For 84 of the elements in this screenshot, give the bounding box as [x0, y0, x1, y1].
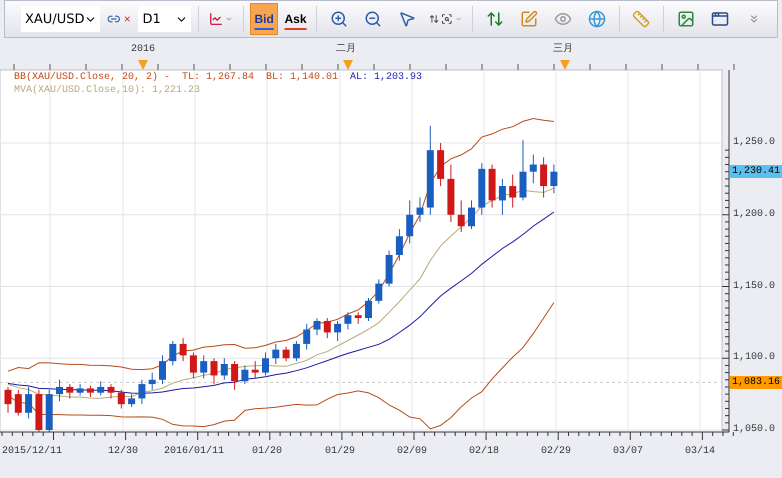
candlestick [220, 358, 228, 380]
candlestick [200, 354, 208, 379]
candlestick [180, 338, 187, 362]
candlestick [303, 323, 310, 350]
candlestick [334, 320, 342, 342]
candlestick [386, 250, 393, 287]
candlestick [498, 178, 506, 216]
price-label: 1,150.0 [733, 280, 776, 292]
candlestick [231, 360, 238, 390]
candlestick [314, 318, 320, 336]
candlestick [4, 386, 12, 414]
candlestick [550, 164, 558, 194]
candlestick [210, 358, 218, 385]
price-tag: 1,230.41 [730, 165, 782, 178]
candlestick [97, 380, 104, 396]
candlestick [447, 164, 454, 222]
candlestick [169, 340, 176, 366]
candlestick [282, 346, 290, 362]
candlestick [416, 197, 424, 222]
price-toggle[interactable]: Ask [282, 3, 310, 35]
candlestick [76, 384, 84, 396]
timeline-label: 三月 [553, 44, 573, 56]
candlestick [540, 156, 548, 198]
candlestick [292, 340, 300, 362]
candlestick [46, 389, 53, 432]
candlestick [252, 360, 259, 379]
timeframe-select[interactable]: D1 [138, 6, 191, 32]
candlestick [509, 174, 516, 208]
date-label: 12/30 [108, 446, 138, 458]
candlestick [138, 379, 146, 405]
candlestick [159, 354, 166, 385]
bottom-band-value: BL: 1,140.01 [266, 72, 338, 84]
date-label: 02/09 [397, 446, 428, 458]
date-label: 03/14 [685, 446, 716, 458]
price-label: 1,250.0 [733, 137, 776, 149]
average-value: AL: 1,203.93 [350, 72, 422, 84]
marker-triangle [560, 60, 570, 70]
candlestick [241, 364, 248, 385]
candlestick [520, 140, 526, 201]
candlestick [128, 394, 136, 408]
candlestick [108, 384, 114, 399]
candlestick [25, 386, 32, 420]
timeline-label: 2016 [131, 44, 156, 56]
price-toggle[interactable]: Bid [250, 3, 278, 35]
date-label: 2016/01/11 [164, 446, 224, 458]
top-band-value: TL: 1,267.84 [182, 72, 254, 84]
price-label: 1,200.0 [733, 208, 776, 221]
candlestick [458, 200, 465, 232]
candlestick [118, 389, 125, 409]
symbol-select[interactable]: XAU/USD [21, 6, 100, 32]
date-label: 03/07 [613, 446, 644, 458]
candlestick [14, 389, 22, 416]
moving-average-legend: MVA(XAU/USD.Close,10): 1,221.23 [14, 85, 200, 97]
marker-triangle [138, 60, 148, 70]
timeline-label: 二月 [336, 44, 356, 56]
candlestick [375, 278, 382, 304]
date-label: 02/18 [469, 446, 500, 458]
price-label: 1,100.0 [733, 352, 776, 364]
date-label: 2015/12/11 [2, 446, 62, 458]
date-label: 02/29 [541, 446, 572, 458]
candlestick [344, 312, 352, 330]
candlestick [86, 385, 94, 398]
candlestick [262, 352, 269, 376]
marker-triangle [343, 60, 353, 70]
candlestick [190, 352, 197, 379]
candlestick [365, 297, 372, 322]
candlestick [354, 312, 362, 324]
date-label: 01/20 [252, 446, 282, 458]
candlestick [468, 200, 475, 230]
candlestick [530, 154, 537, 184]
candlestick [148, 372, 156, 390]
candlestick [406, 200, 414, 244]
candlestick [488, 164, 496, 208]
bollinger-legend: BB(XAU/USD.Close, 20, 2) - [14, 72, 170, 84]
candlestick [478, 162, 486, 216]
price-tag: 1,083.16 [730, 376, 782, 390]
date-label: 01/29 [325, 446, 356, 458]
candlestick [396, 228, 403, 262]
candlestick [272, 343, 280, 364]
candlestick [324, 318, 331, 339]
candlestick [437, 142, 444, 187]
candlestick [56, 379, 63, 402]
price-label: 1,050.0 [733, 424, 776, 436]
candlestick [66, 384, 74, 399]
